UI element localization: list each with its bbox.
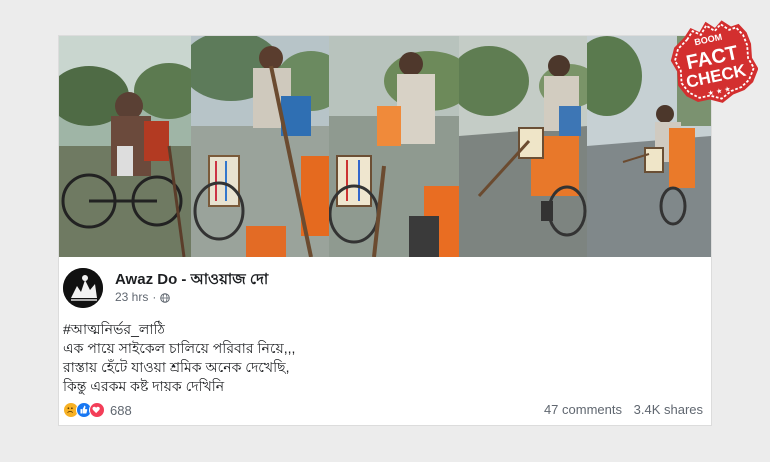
post-footer: 688 47 comments 3.4K shares [63,402,707,422]
post-header: Awaz Do - আওয়াজ দো 23 hrs · [63,266,703,312]
post-line: কিন্তু এরকম কষ্ট দায়ক দেখিনি [63,378,225,394]
reaction-count: 688 [110,402,132,418]
page-avatar[interactable] [63,268,103,308]
video-frame-3 [329,36,459,257]
meta-separator: · [152,290,157,304]
globe-icon [160,292,171,303]
video-frame-4 [459,36,587,257]
post-timestamp[interactable]: 23 hrs [115,290,148,304]
video-thumbnail-collage[interactable] [59,36,711,257]
comments-count-link[interactable]: 47 comments [544,402,622,417]
shares-count-link[interactable]: 3.4K shares [634,402,703,417]
video-frame-2 [191,36,329,257]
hashtag-link[interactable]: #আত্মনির্ভর_লাঠি [63,320,703,339]
love-reaction-icon [89,402,105,418]
post-line: রাস্তায় হেঁটে যাওয়া শ্রমিক অনেক দেখেছি… [63,359,290,375]
post-meta: 23 hrs · [115,290,171,304]
post-line: এক পায়ে সাইকেল চালিয়ে পরিবার নিয়ে,,, [63,340,296,356]
post-message: #আত্মনির্ভর_লাঠি এক পায়ে সাইকেল চালিয়ে… [63,320,703,396]
facebook-post-card: Awaz Do - আওয়াজ দো 23 hrs · #আত্মনির্ভর… [58,35,712,426]
engagement-counts: 47 comments 3.4K shares [544,402,703,417]
reactions-summary[interactable]: 688 [63,402,132,418]
video-frame-1 [59,36,191,257]
fact-check-badge: BOOM FACT CHECK ★ ★ ★ [668,12,759,108]
